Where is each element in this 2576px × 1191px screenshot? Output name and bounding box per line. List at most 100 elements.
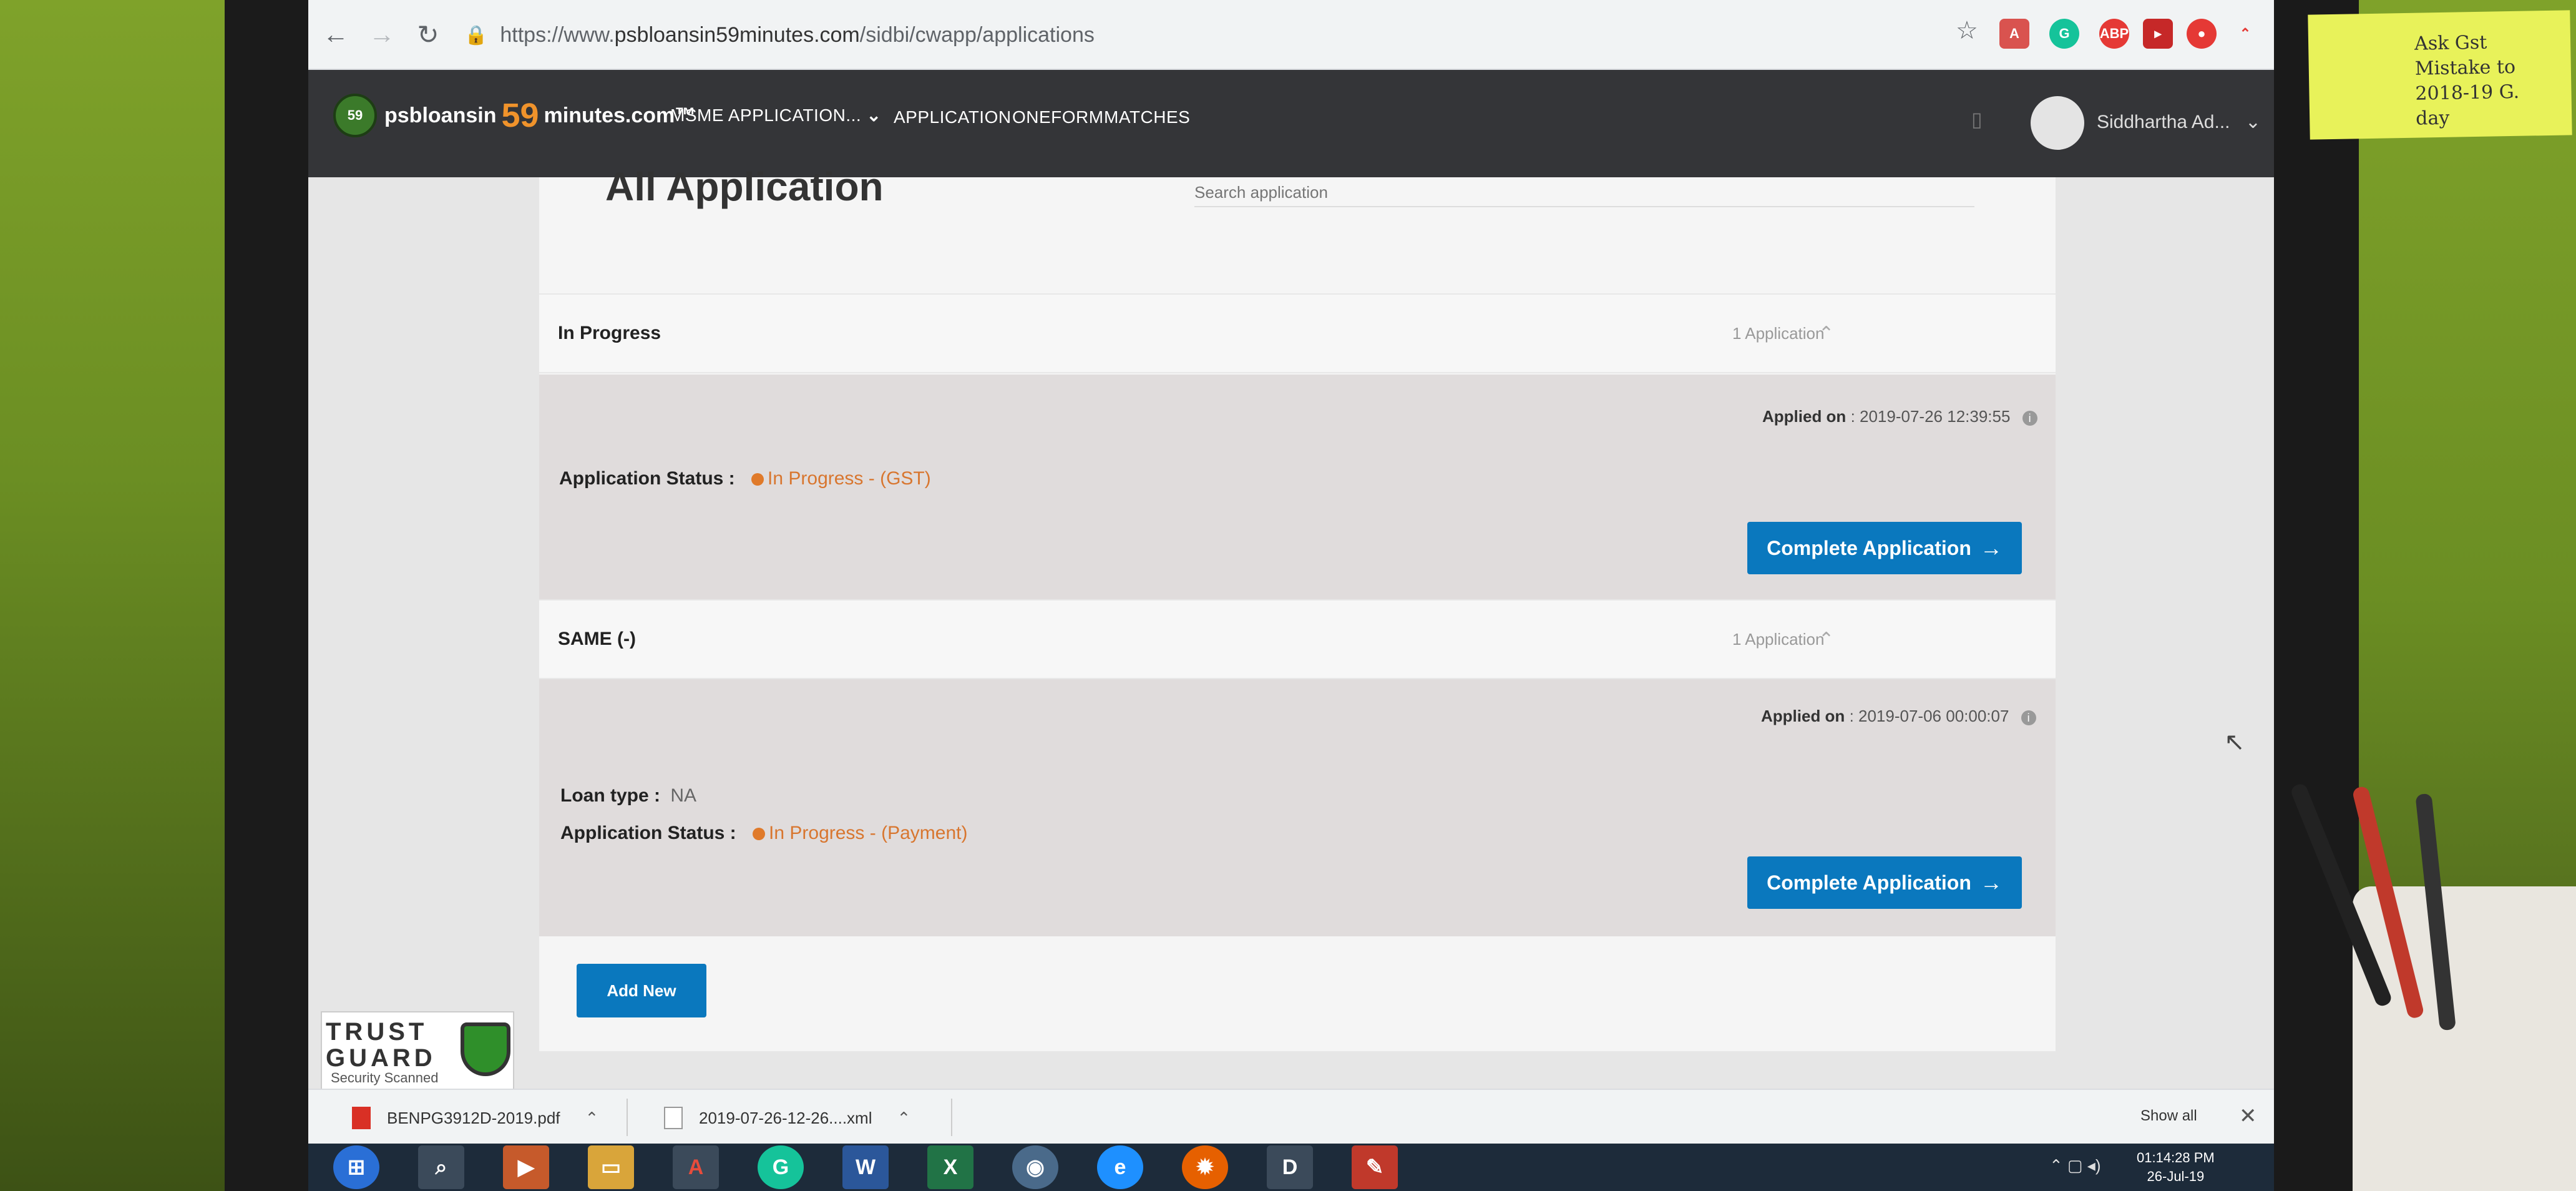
pdf-reader-icon[interactable]: ✎ <box>1352 1145 1398 1189</box>
nav-matches[interactable]: MATCHES <box>1104 107 1190 127</box>
applications-card: All Application In Progress 1 Applicatio… <box>539 164 2056 1051</box>
application-row: Applied on : 2019-07-06 00:00:07 i Loan … <box>539 679 2056 936</box>
download-item[interactable]: BENPG3912D-2019.pdf ⌃ <box>352 1101 598 1135</box>
clock-date: 26-Jul-19 <box>2147 1169 2205 1184</box>
chevron-up-icon[interactable]: ⌃ <box>1818 323 1834 345</box>
chevron-up-icon[interactable]: ⌃ <box>1818 629 1834 650</box>
extension-icon[interactable]: ● <box>2187 19 2217 49</box>
page-title: All Application <box>605 164 884 209</box>
section-count: 1 Application <box>1732 629 1825 649</box>
status-badge: In Progress - (Payment) <box>753 823 967 843</box>
sticky-note: Ask Gst Mistake to 2018-19 G. day <box>2308 10 2572 140</box>
status-value: In Progress - (GST) <box>768 468 931 489</box>
close-icon[interactable]: ✕ <box>2239 1104 2257 1129</box>
status-label: Application Status : <box>560 823 736 843</box>
trustguard-subtitle: Security Scanned <box>331 1070 439 1086</box>
logo-number: 59 <box>501 97 539 134</box>
complete-application-button[interactable]: Complete Application → <box>1747 522 2022 574</box>
user-menu[interactable]: Siddhartha Ad... ⌄ <box>2097 111 2261 133</box>
arrow-right-icon: → <box>1979 870 2003 895</box>
section-header-same[interactable]: SAME (-) 1 Application ⌃ <box>539 599 2056 679</box>
status-dot-icon <box>751 473 764 486</box>
nav-oneform[interactable]: ONEFORM <box>1012 107 1104 127</box>
notification-icon[interactable]: ▯ <box>1971 107 1983 131</box>
system-tray[interactable]: ⌃ ▢ ◂) <box>2049 1156 2101 1175</box>
pens <box>2289 768 2490 1031</box>
grammarly-extension-icon[interactable]: G <box>2049 19 2079 49</box>
word-icon[interactable]: W <box>842 1145 889 1189</box>
chevron-down-icon: ⌄ <box>2245 112 2261 132</box>
trustguard-line1: TRUST <box>326 1018 428 1046</box>
applied-on: Applied on : 2019-07-06 00:00:07 i <box>1761 707 2036 726</box>
lock-icon: 🔒 <box>464 24 488 46</box>
app-header: 59 psbloansin 59 minutes.com™ MSME APPLI… <box>308 70 2274 177</box>
divider <box>951 1099 952 1136</box>
shield-icon <box>461 1022 510 1076</box>
status-badge: In Progress - (GST) <box>751 468 931 489</box>
taskbar: ⊞ ⌕ ▶ ▭ A G W X ◉ e ✹ D ✎ ⌃ ▢ ◂) 01:14:2… <box>308 1144 2274 1191</box>
monitor-bezel-left <box>225 0 312 1191</box>
info-icon[interactable]: i <box>2022 411 2037 426</box>
ie-icon[interactable]: e <box>1097 1145 1143 1189</box>
address-bar[interactable]: 🔒 https://www. psbloansin59minutes.com /… <box>464 12 2049 57</box>
folder-icon[interactable]: ▭ <box>588 1145 634 1189</box>
status-value: In Progress - (Payment) <box>769 823 968 843</box>
search-icon[interactable]: ⌕ <box>418 1145 464 1189</box>
download-item[interactable]: 2019-07-26-12-26....xml ⌃ <box>664 1101 910 1135</box>
trustguard-title: TRUST GUARD <box>326 1019 436 1071</box>
extension-icon[interactable]: ⌃ <box>2230 19 2260 49</box>
download-filename: BENPG3912D-2019.pdf <box>387 1108 560 1127</box>
complete-application-button[interactable]: Complete Application → <box>1747 856 2022 909</box>
nav-application[interactable]: APPLICATION <box>894 107 1012 127</box>
browser-toolbar: ← → ↻ 🔒 https://www. psbloansin59minutes… <box>308 0 2274 70</box>
url-prefix: https://www. <box>500 22 615 47</box>
arrow-right-icon: → <box>1979 535 2003 561</box>
search-input[interactable] <box>1194 177 1974 207</box>
forward-icon[interactable]: → <box>363 16 401 53</box>
mouse-cursor-icon: ↖ <box>2224 728 2245 756</box>
trustguard-line2: GUARD <box>326 1044 436 1072</box>
reload-icon[interactable]: ↻ <box>409 16 447 53</box>
pdf-extension-icon[interactable]: A <box>1999 19 2029 49</box>
loan-label: Loan type : <box>560 785 661 806</box>
application-status: Application Status : In Progress - (Paym… <box>560 823 967 844</box>
site-logo[interactable]: 59 psbloansin 59 minutes.com™ <box>333 94 696 137</box>
logo-badge: 59 <box>333 94 377 137</box>
back-icon[interactable]: ← <box>317 16 354 53</box>
taskbar-clock[interactable]: 01:14:28 PM 26-Jul-19 <box>2137 1149 2215 1186</box>
adblock-extension-icon[interactable]: ABP <box>2099 19 2129 49</box>
main-content: All Application In Progress 1 Applicatio… <box>308 164 2274 1089</box>
app-icon[interactable]: D <box>1267 1145 1313 1189</box>
excel-icon[interactable]: X <box>927 1145 973 1189</box>
grammarly-icon[interactable]: G <box>758 1145 804 1189</box>
show-all-button[interactable]: Show all <box>2140 1107 2197 1125</box>
monitor-screen: ← → ↻ 🔒 https://www. psbloansin59minutes… <box>308 0 2274 1191</box>
chrome-icon[interactable]: ◉ <box>1012 1145 1058 1189</box>
chevron-up-icon[interactable]: ⌃ <box>585 1109 599 1128</box>
info-icon[interactable]: i <box>2021 710 2036 725</box>
chevron-up-icon[interactable]: ⌃ <box>897 1109 910 1128</box>
download-bar: BENPG3912D-2019.pdf ⌃ 2019-07-26-12-26..… <box>308 1089 2274 1144</box>
extension-icon[interactable]: ▸ <box>2143 19 2173 49</box>
applied-label: Applied on <box>1761 707 1845 725</box>
section-header-in-progress[interactable]: In Progress 1 Application ⌃ <box>539 293 2056 373</box>
avatar[interactable] <box>2031 96 2084 150</box>
loan-type: Loan type : NA <box>560 785 696 806</box>
add-new-button[interactable]: Add New <box>577 964 706 1017</box>
chevron-down-icon: ⌄ <box>866 105 882 125</box>
media-player-icon[interactable]: ▶ <box>503 1145 549 1189</box>
acrobat-icon[interactable]: A <box>673 1145 719 1189</box>
start-icon[interactable]: ⊞ <box>333 1145 379 1189</box>
nav-msme-application[interactable]: MSME APPLICATION... ⌄ <box>670 105 881 125</box>
button-label: Complete Application <box>1767 536 1971 559</box>
applied-label: Applied on <box>1762 407 1847 426</box>
url-path: /sidbi/cwapp/applications <box>859 22 1095 47</box>
bookmark-star-icon[interactable]: ☆ <box>1956 16 1978 45</box>
application-status: Application Status : In Progress - (GST) <box>559 468 931 489</box>
trustguard-badge[interactable]: TRUST GUARD Security Scanned <box>321 1011 514 1092</box>
firefox-icon[interactable]: ✹ <box>1182 1145 1228 1189</box>
button-label: Complete Application <box>1767 871 1971 894</box>
nav-msme-label: MSME APPLICATION... <box>670 105 862 125</box>
url-host: psbloansin59minutes.com <box>614 22 860 47</box>
status-label: Application Status : <box>559 468 735 489</box>
